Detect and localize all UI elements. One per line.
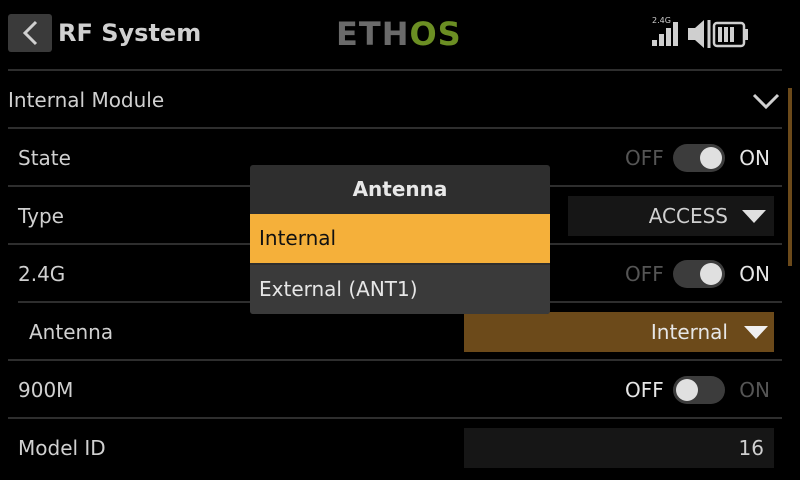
chevron-left-icon	[22, 20, 38, 46]
section-label: Internal Module	[8, 88, 165, 112]
m900-toggle[interactable]: OFF ON	[625, 376, 770, 404]
divider	[8, 417, 782, 419]
antenna-popup: Antenna Internal External (ANT1)	[250, 165, 550, 314]
g24-toggle[interactable]: OFF ON	[625, 260, 770, 288]
dropdown-arrow-icon	[744, 326, 768, 339]
type-value: ACCESS	[648, 204, 728, 228]
dropdown-arrow-icon	[742, 210, 766, 223]
toggle-track	[673, 144, 725, 172]
toggle-knob	[676, 379, 698, 401]
row-900m: 900M OFF ON	[0, 362, 792, 418]
scrollbar[interactable]	[788, 88, 792, 266]
option-external-ant1[interactable]: External (ANT1)	[250, 265, 550, 314]
speaker-muted-icon	[688, 20, 711, 48]
model-id-label: Model ID	[18, 436, 106, 460]
popup-title: Antenna	[352, 177, 448, 201]
divider	[8, 359, 782, 361]
divider	[8, 69, 782, 71]
m900-label: 900M	[18, 378, 74, 402]
chevron-down-icon	[752, 93, 780, 110]
antenna-value: Internal	[650, 320, 728, 344]
state-toggle[interactable]: OFF ON	[625, 144, 770, 172]
back-button[interactable]	[8, 14, 52, 52]
divider	[8, 127, 782, 129]
antenna-dropdown[interactable]: Internal	[464, 312, 774, 352]
toggle-knob	[700, 147, 722, 169]
toggle-off-label: OFF	[625, 262, 664, 286]
ethos-logo: ETHOS	[336, 15, 462, 53]
toggle-track	[673, 260, 725, 288]
type-dropdown[interactable]: ACCESS	[568, 196, 774, 236]
state-label: State	[18, 146, 71, 170]
toggle-off-label: OFF	[625, 146, 664, 170]
antenna-label: Antenna	[29, 320, 114, 344]
g24-label: 2.4G	[18, 262, 66, 286]
type-label: Type	[18, 204, 64, 228]
row-model-id: Model ID 16	[0, 420, 792, 476]
page-title: RF System	[58, 19, 202, 47]
toggle-knob	[700, 263, 722, 285]
toggle-off-label: OFF	[625, 378, 664, 402]
toggle-on-label: ON	[739, 262, 770, 286]
model-id-field[interactable]: 16	[464, 428, 774, 468]
model-id-value: 16	[738, 436, 764, 460]
toggle-track	[673, 376, 725, 404]
header-bar: RF System ETHOS 2.4G	[0, 0, 800, 68]
signal-strength-icon	[652, 22, 678, 46]
option-internal[interactable]: Internal	[250, 214, 550, 263]
status-area: 2.4G	[652, 14, 782, 54]
battery-icon	[712, 21, 748, 48]
toggle-on-label: ON	[739, 146, 770, 170]
section-internal-module[interactable]: Internal Module	[0, 72, 792, 128]
toggle-on-label: ON	[739, 378, 770, 402]
